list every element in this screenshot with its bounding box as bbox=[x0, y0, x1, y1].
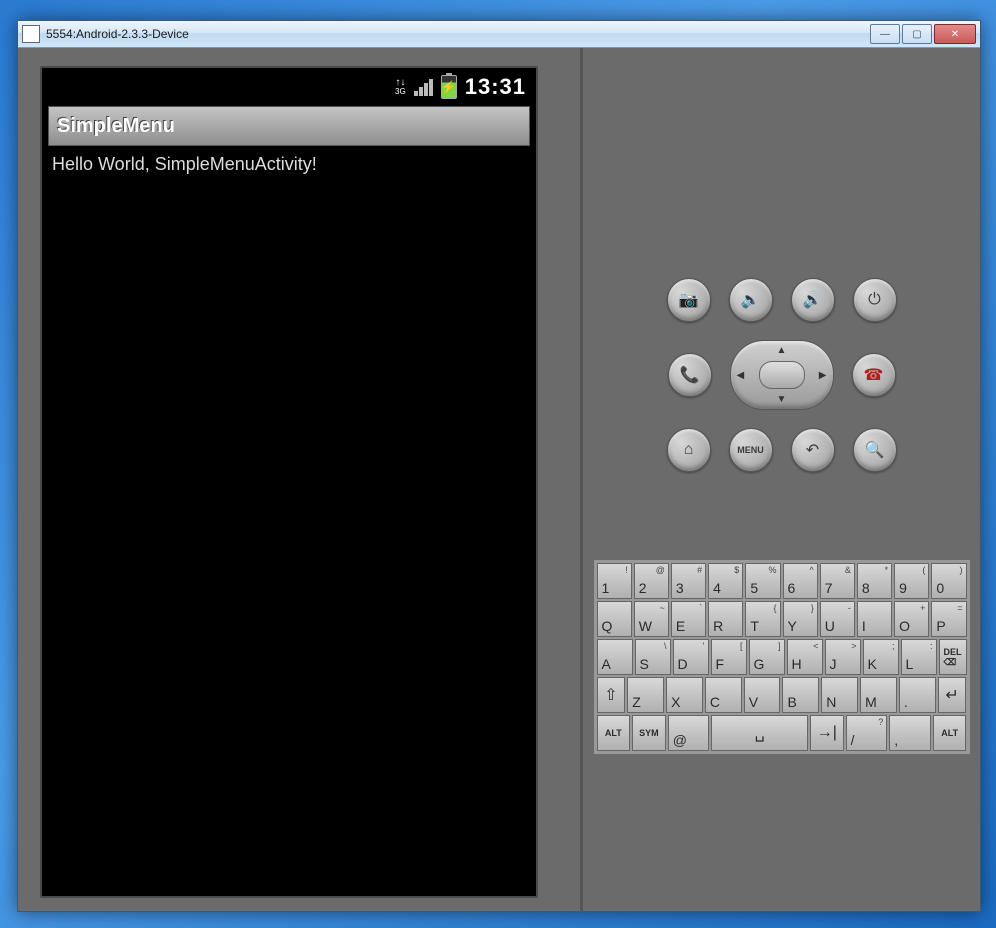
key-slash[interactable]: /? bbox=[846, 715, 888, 751]
dpad-right-icon[interactable]: ▶ bbox=[819, 370, 827, 381]
key-q[interactable]: Q bbox=[597, 601, 632, 637]
key-5[interactable]: 5% bbox=[745, 563, 780, 599]
menu-label: MENU bbox=[737, 445, 764, 455]
key-2[interactable]: 2@ bbox=[634, 563, 669, 599]
search-button[interactable]: 🔍 bbox=[853, 428, 897, 472]
key-4[interactable]: 4$ bbox=[708, 563, 743, 599]
volume-up-icon: 🔊 bbox=[803, 290, 823, 310]
back-button[interactable]: ↶ bbox=[791, 428, 835, 472]
close-button[interactable]: ✕ bbox=[934, 24, 976, 44]
dpad-up-icon[interactable]: ▲ bbox=[777, 345, 787, 356]
power-icon: ⏻ bbox=[868, 291, 881, 309]
key-space[interactable]: ␣ bbox=[711, 715, 808, 751]
key-c[interactable]: C bbox=[705, 677, 742, 713]
key-d[interactable]: D' bbox=[673, 639, 709, 675]
app-content: Hello World, SimpleMenuActivity! bbox=[42, 146, 536, 183]
hardware-control-pane: 📷 🔈 🔊 ⏻ 📞 ▲ ▼ ◀ ▶ ☎ bbox=[580, 48, 980, 911]
key-del[interactable]: DEL⌫ bbox=[939, 639, 967, 675]
key-s[interactable]: S\ bbox=[635, 639, 671, 675]
key-b[interactable]: B bbox=[782, 677, 819, 713]
power-button[interactable]: ⏻ bbox=[853, 278, 897, 322]
battery-charging-icon: ⚡ bbox=[441, 75, 457, 99]
signal-bars-icon bbox=[414, 78, 433, 96]
hello-text: Hello World, SimpleMenuActivity! bbox=[52, 154, 317, 174]
volume-up-button[interactable]: 🔊 bbox=[791, 278, 835, 322]
home-icon: ⌂ bbox=[684, 441, 694, 459]
app-icon bbox=[22, 25, 40, 43]
home-button[interactable]: ⌂ bbox=[667, 428, 711, 472]
dpad-left-icon[interactable]: ◀ bbox=[737, 370, 745, 381]
key-.[interactable]: . bbox=[899, 677, 936, 713]
device-screen-pane: ↑↓ 3G ⚡ 13:31 SimpleMenu Hello World, Si… bbox=[18, 48, 580, 911]
call-button[interactable]: 📞 bbox=[668, 353, 712, 397]
key-9[interactable]: 9( bbox=[894, 563, 929, 599]
key-y[interactable]: Y} bbox=[783, 601, 818, 637]
key-p[interactable]: P= bbox=[931, 601, 966, 637]
camera-icon: 📷 bbox=[679, 290, 699, 310]
status-bar: ↑↓ 3G ⚡ 13:31 bbox=[42, 68, 536, 106]
emulator-window: 5554:Android-2.3.3-Device — ▢ ✕ ↑↓ 3G ⚡ … bbox=[17, 20, 981, 912]
app-title: SimpleMenu bbox=[57, 115, 175, 138]
window-title: 5554:Android-2.3.3-Device bbox=[46, 27, 870, 41]
maximize-button[interactable]: ▢ bbox=[902, 24, 932, 44]
key-alt[interactable]: ALT bbox=[597, 715, 631, 751]
key-z[interactable]: Z bbox=[627, 677, 664, 713]
hardware-keyboard: 1!2@3#4$5%6^7&8*9(0) QW~E`RT{Y}U-IO+P= A… bbox=[594, 560, 970, 754]
key-n[interactable]: N bbox=[821, 677, 858, 713]
search-icon: 🔍 bbox=[865, 440, 885, 460]
volume-down-icon: 🔈 bbox=[741, 290, 761, 310]
key-1[interactable]: 1! bbox=[597, 563, 632, 599]
key-j[interactable]: J> bbox=[825, 639, 861, 675]
key-u[interactable]: U- bbox=[820, 601, 855, 637]
device-screen[interactable]: ↑↓ 3G ⚡ 13:31 SimpleMenu Hello World, Si… bbox=[40, 66, 538, 898]
key-i[interactable]: I bbox=[857, 601, 892, 637]
key-v[interactable]: V bbox=[744, 677, 781, 713]
key-tab[interactable]: →| bbox=[810, 715, 844, 751]
key-enter[interactable]: ↵ bbox=[938, 677, 967, 713]
dpad-center-button[interactable] bbox=[759, 361, 805, 389]
key-0[interactable]: 0) bbox=[931, 563, 966, 599]
back-icon: ↶ bbox=[806, 440, 819, 460]
key-f[interactable]: F[ bbox=[711, 639, 747, 675]
app-title-bar: SimpleMenu bbox=[48, 106, 530, 146]
key-shift[interactable]: ⇧ bbox=[597, 677, 626, 713]
minimize-button[interactable]: — bbox=[870, 24, 900, 44]
end-call-icon: ☎ bbox=[864, 365, 884, 385]
status-clock: 13:31 bbox=[465, 74, 526, 100]
key-8[interactable]: 8* bbox=[857, 563, 892, 599]
key-comma[interactable]: , bbox=[889, 715, 931, 751]
key-at[interactable]: @ bbox=[668, 715, 710, 751]
key-t[interactable]: T{ bbox=[745, 601, 780, 637]
key-o[interactable]: O+ bbox=[894, 601, 929, 637]
key-sym[interactable]: SYM bbox=[632, 715, 666, 751]
key-6[interactable]: 6^ bbox=[783, 563, 818, 599]
titlebar[interactable]: 5554:Android-2.3.3-Device — ▢ ✕ bbox=[18, 21, 980, 48]
camera-button[interactable]: 📷 bbox=[667, 278, 711, 322]
key-m[interactable]: M bbox=[860, 677, 897, 713]
call-icon: 📞 bbox=[680, 365, 700, 385]
key-l[interactable]: L: bbox=[901, 639, 937, 675]
key-alt-right[interactable]: ALT bbox=[933, 715, 967, 751]
network-3g-icon: ↑↓ 3G bbox=[395, 79, 406, 96]
dpad[interactable]: ▲ ▼ ◀ ▶ bbox=[730, 340, 834, 410]
key-x[interactable]: X bbox=[666, 677, 703, 713]
end-call-button[interactable]: ☎ bbox=[852, 353, 896, 397]
volume-down-button[interactable]: 🔈 bbox=[729, 278, 773, 322]
key-h[interactable]: H< bbox=[787, 639, 823, 675]
key-a[interactable]: A bbox=[597, 639, 633, 675]
key-k[interactable]: K; bbox=[863, 639, 899, 675]
key-w[interactable]: W~ bbox=[634, 601, 669, 637]
key-g[interactable]: G] bbox=[749, 639, 785, 675]
dpad-down-icon[interactable]: ▼ bbox=[777, 394, 787, 405]
key-e[interactable]: E` bbox=[671, 601, 706, 637]
key-r[interactable]: R bbox=[708, 601, 743, 637]
key-7[interactable]: 7& bbox=[820, 563, 855, 599]
menu-button[interactable]: MENU bbox=[729, 428, 773, 472]
key-3[interactable]: 3# bbox=[671, 563, 706, 599]
